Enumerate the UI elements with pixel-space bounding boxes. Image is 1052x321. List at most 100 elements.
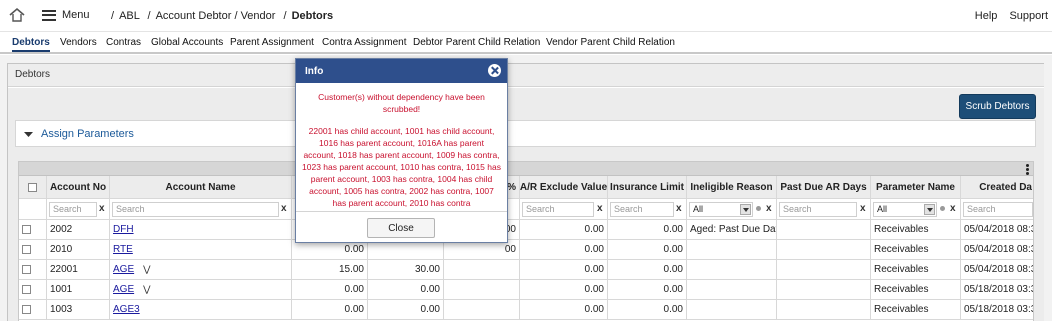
assign-parameters-section[interactable]: Assign Parameters [15,120,1036,147]
col-ineligible-reason[interactable]: Ineligible Reason [687,176,777,198]
table-row[interactable]: 2010 RTE 0.00 00 0.00 0.00 Receivables 0… [19,240,1033,260]
menu-button[interactable]: Menu [42,9,90,21]
col-ar-exclude-value[interactable]: A/R Exclude Value [520,176,608,198]
top-bar: Menu / ABL / Account Debtor / Vendor / Debt… [0,0,1052,32]
hamburger-icon [42,9,56,21]
row-checkbox[interactable] [22,285,31,294]
chevron-down-icon [24,132,33,137]
breadcrumb: / ABL / Account Debtor / Vendor / Debtors [111,10,334,22]
table-row[interactable]: 1003 AGE3 0.00 0.00 0.00 0.00 Receivable… [19,300,1034,320]
account-name-link[interactable]: AGE3 [113,304,140,315]
filter-account-no-input[interactable]: Search [49,202,97,217]
cell-ar-exclude: 0.00 [520,220,608,239]
help-link[interactable]: Help [975,10,998,22]
menu-label: Menu [62,9,90,21]
clear-filter-icon[interactable]: x [597,203,603,214]
cell-insurance: 0.00 [608,240,687,259]
home-icon[interactable] [9,7,25,23]
tab-debtors[interactable]: Debtors [12,37,50,52]
col-account-no[interactable]: Account No [47,176,110,198]
tab-global-accounts[interactable]: Global Accounts [151,37,223,48]
clear-filter-icon[interactable]: x [860,203,866,214]
cell-middle: 0.00 [368,280,444,299]
cell-past-due [777,280,871,299]
cell-middle: 30.00 [368,260,444,279]
assign-parameters-link[interactable]: Assign Parameters [41,128,134,140]
more-options-icon[interactable] [1026,164,1029,175]
account-name-link[interactable]: AGE [113,264,134,275]
row-checkbox[interactable] [22,245,31,254]
cell-account-no: 2002 [47,220,110,239]
clear-filter-icon[interactable]: x [281,203,287,214]
filter-options-icon[interactable] [756,206,761,211]
page-scrollbar[interactable] [1044,55,1052,321]
close-button[interactable]: Close [367,218,435,238]
dialog-footer: Close [296,211,507,242]
table-row[interactable]: 1001 AGE ⋁ 0.00 0.00 0.00 0.00 Receivable… [19,280,1034,300]
tab-vendors[interactable]: Vendors [60,37,97,48]
col-parameter-name[interactable]: Parameter Name [871,176,961,198]
scrub-debtors-button[interactable]: Scrub Debtors [959,94,1036,119]
cell-past-due [777,220,871,239]
filter-account-name-input[interactable]: Search [112,202,279,217]
tab-vendor-parent-child-relation[interactable]: Vendor Parent Child Relation [546,37,675,48]
filter-created-date-input[interactable]: Search [963,202,1033,217]
close-icon[interactable] [488,64,501,77]
content-area: Debtors Scrub Debtors Assign Parameters … [0,55,1052,321]
row-checkbox[interactable] [22,305,31,314]
cell-account-no: 1001 [47,280,110,299]
cell-ar-exclude: 0.00 [520,240,608,259]
double-chevron-down-icon[interactable]: ⋁ [143,264,150,275]
breadcrumb-debtors: Debtors [291,10,334,22]
tab-debtor-parent-child-relation[interactable]: Debtor Parent Child Relation [413,37,540,48]
row-checkbox[interactable] [22,225,31,234]
support-link[interactable]: Support [1009,10,1048,22]
dialog-message-details: 22001 has child account, 1001 has child … [302,126,501,208]
col-created-date[interactable]: Created Da [961,176,1033,198]
cell-c: 0.00 [292,280,368,299]
cell-past-due [777,300,871,319]
double-chevron-down-icon[interactable]: ⋁ [143,284,150,295]
clear-filter-icon[interactable]: x [950,203,956,214]
cell-ineligible [687,280,777,299]
tab-contra-assignment[interactable]: Contra Assignment [322,37,407,48]
breadcrumb-abl[interactable]: ABL [119,10,139,22]
cell-ar-exclude: 0.00 [520,260,608,279]
cell-created: 05/04/2018 08:3 [964,224,1034,235]
account-name-link[interactable]: RTE [113,244,133,255]
dialog-message-summary: Customer(s) without dependency have been… [318,92,485,114]
clear-filter-icon[interactable]: x [676,203,682,214]
cell-ineligible: Aged: Past Due Days [687,220,777,239]
tab-contras[interactable]: Contras [106,37,141,48]
panel-body: Scrub Debtors Assign Parameters Account … [8,88,1044,321]
breadcrumb-account-debtor-vendor[interactable]: Account Debtor / Vendor [156,10,276,22]
dialog-title: Info [305,66,324,77]
col-account-name[interactable]: Account Name [110,176,292,198]
table-row[interactable]: 22001 AGE ⋁ 15.00 30.00 0.00 0.00 Receiva… [19,260,1033,280]
account-name-link[interactable]: AGE [113,284,134,295]
cell-ineligible [687,260,777,279]
cell-insurance: 0.00 [608,260,687,279]
account-name-link[interactable]: DFH [113,224,134,235]
filter-past-due-input[interactable]: Search [779,202,857,217]
filter-insurance-input[interactable]: Search [610,202,674,217]
cell-past-due [777,260,871,279]
info-dialog: Info Customer(s) without dependency have… [295,58,508,243]
table-row[interactable]: 2002 DFH 00 0.00 0.00 Aged: Past Due Day… [19,220,1034,240]
filter-parameter-select[interactable]: All [873,202,937,217]
col-insurance-limit[interactable]: Insurance Limit [608,176,687,198]
tab-parent-assignment[interactable]: Parent Assignment [230,37,314,48]
row-checkbox[interactable] [22,265,31,274]
cell-insurance: 0.00 [608,280,687,299]
panel-title: Debtors [15,69,51,80]
select-all-checkbox[interactable] [28,182,37,192]
clear-filter-icon[interactable]: x [99,203,105,214]
cell-ar-exclude: 0.00 [520,300,608,319]
cell-created: 05/18/2018 03:3 [964,284,1034,295]
filter-ineligible-select[interactable]: All [689,202,753,217]
filter-ar-exclude-input[interactable]: Search [522,202,594,217]
cell-created: 05/18/2018 03:3 [964,304,1034,315]
filter-options-icon[interactable] [940,206,945,211]
clear-filter-icon[interactable]: x [766,203,772,214]
col-past-due-ar-days[interactable]: Past Due AR Days [777,176,871,198]
